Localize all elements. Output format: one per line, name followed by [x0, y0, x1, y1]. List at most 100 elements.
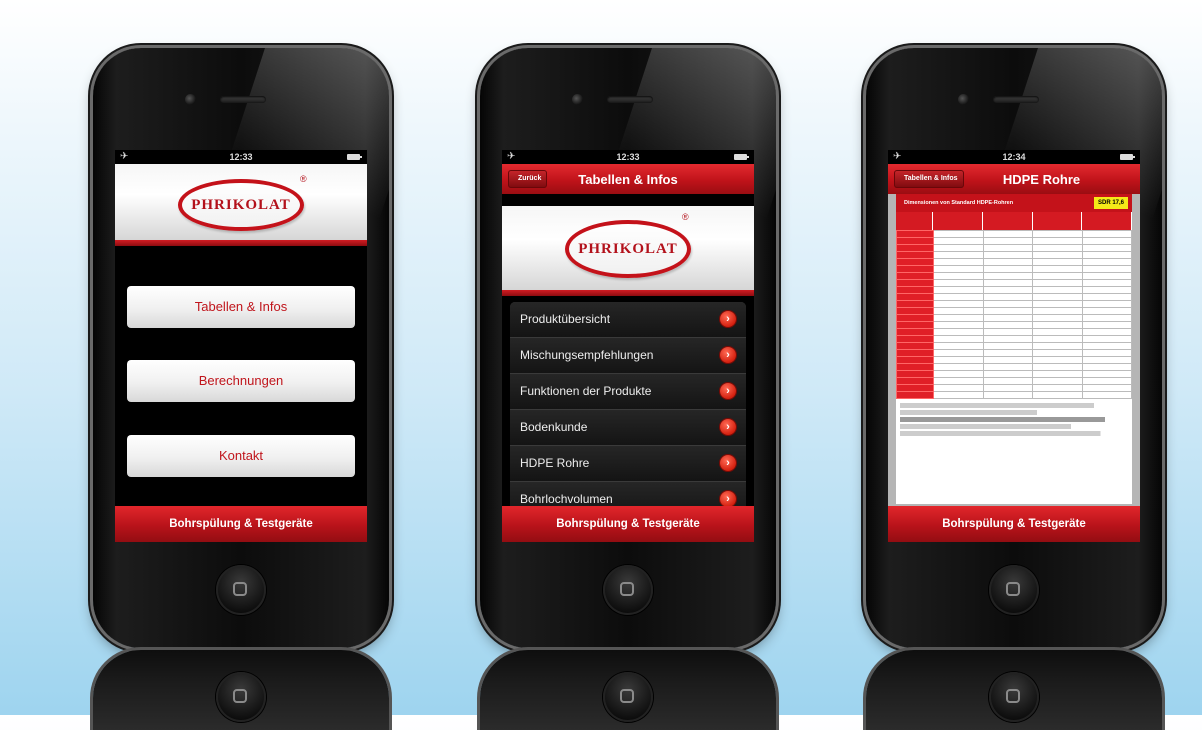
- table-row-header-cell: [896, 370, 934, 378]
- table-cell: [933, 265, 984, 273]
- table-cell: [1032, 286, 1083, 294]
- list-item-bohrlochvolumen[interactable]: Bohrlochvolumen ›: [510, 482, 746, 506]
- table-cell: [1081, 370, 1132, 378]
- home-button[interactable]: [216, 565, 266, 615]
- table-row-header-cell: [896, 314, 934, 322]
- table-cell: [982, 307, 1033, 315]
- table-cell: [933, 363, 984, 371]
- footer-bar[interactable]: Bohrspülung & Testgeräte: [502, 506, 754, 542]
- table-cell: [1081, 363, 1132, 371]
- list-item-label: Bohrlochvolumen: [520, 492, 613, 506]
- table-cell: [933, 328, 984, 336]
- table-cell: [1032, 293, 1083, 301]
- table-cell: [933, 377, 984, 385]
- logo-header: PHRIKOLAT ®: [502, 206, 754, 290]
- table-cell: [1032, 258, 1083, 266]
- table-cell: [933, 349, 984, 357]
- table-footnote: [896, 399, 1132, 440]
- table-row-header-cell: [896, 286, 934, 294]
- footnote-line: [900, 424, 1128, 429]
- app-screen: ✈ 12:33 Zurück Tabellen & Infos PHRIKOLA…: [502, 150, 754, 542]
- app-screen: ✈ 12:33 PHRIKOLAT ® Tabellen & Infos Ber…: [115, 150, 367, 542]
- list-item-funktionen[interactable]: Funktionen der Produkte ›: [510, 374, 746, 410]
- phone-reflection: [480, 650, 776, 730]
- earpiece-speaker: [993, 96, 1039, 103]
- table-row-header-cell: [896, 321, 934, 329]
- table-row: [896, 237, 1132, 245]
- table-row: [896, 258, 1132, 266]
- nav-bar: Tabellen & Infos HDPE Rohre: [888, 164, 1140, 194]
- earpiece-speaker: [220, 96, 266, 103]
- footer-bar[interactable]: Bohrspülung & Testgeräte: [888, 506, 1140, 542]
- table-cell: [1081, 265, 1132, 273]
- table-cell: [1032, 244, 1083, 252]
- table-header-cell: [1032, 212, 1083, 230]
- table-cell: [1081, 356, 1132, 364]
- list-item-hdpe-rohre[interactable]: HDPE Rohre ›: [510, 446, 746, 482]
- table-cell: [1081, 300, 1132, 308]
- chevron-right-icon: ›: [720, 419, 736, 435]
- table-cell: [1032, 272, 1083, 280]
- kontakt-button[interactable]: Kontakt: [127, 435, 355, 477]
- table-row: [896, 363, 1132, 371]
- footnote-line: [900, 417, 1128, 422]
- list-item-label: Bodenkunde: [520, 420, 588, 434]
- app-screen: ✈ 12:34 Tabellen & Infos HDPE Rohre Dime…: [888, 150, 1140, 542]
- table-cell: [1032, 307, 1083, 315]
- home-button[interactable]: [989, 565, 1039, 615]
- phone-hdpe-screen: ✈ 12:34 Tabellen & Infos HDPE Rohre Dime…: [866, 48, 1162, 648]
- chevron-right-icon: ›: [720, 455, 736, 471]
- table-cell: [933, 314, 984, 322]
- table-cell: [1081, 244, 1132, 252]
- hdpe-data-table: [896, 230, 1132, 399]
- list-item-bodenkunde[interactable]: Bodenkunde ›: [510, 410, 746, 446]
- home-button[interactable]: [603, 565, 653, 615]
- tabellen-infos-button[interactable]: Tabellen & Infos: [127, 286, 355, 328]
- table-cell: [933, 321, 984, 329]
- table-cell: [1032, 230, 1083, 238]
- table-cell: [933, 244, 984, 252]
- nav-bar: Zurück Tabellen & Infos: [502, 164, 754, 194]
- table-cell: [1081, 391, 1132, 399]
- table-row: [896, 244, 1132, 252]
- list-item-produktuebersicht[interactable]: Produktübersicht ›: [510, 302, 746, 338]
- table-cell: [1081, 384, 1132, 392]
- table-cell: [1081, 342, 1132, 350]
- table-row: [896, 377, 1132, 385]
- list-item-label: Mischungsempfehlungen: [520, 348, 654, 362]
- table-row: [896, 300, 1132, 308]
- table-row: [896, 328, 1132, 336]
- front-camera: [185, 94, 196, 105]
- berechnungen-button[interactable]: Berechnungen: [127, 360, 355, 402]
- table-row-header-cell: [896, 328, 934, 336]
- header-divider: [502, 290, 754, 296]
- table-cell: [1032, 384, 1083, 392]
- table-row-header-cell: [896, 293, 934, 301]
- table-row-header-cell: [896, 251, 934, 259]
- registered-mark: ®: [300, 174, 307, 184]
- table-cell: [1032, 356, 1083, 364]
- footnote-line: [900, 431, 1128, 436]
- list-item-label: Funktionen der Produkte: [520, 384, 652, 398]
- list-item-mischungsempfehlungen[interactable]: Mischungsempfehlungen ›: [510, 338, 746, 374]
- table-cell: [1081, 272, 1132, 280]
- table-cell: [933, 335, 984, 343]
- table-cell: [933, 286, 984, 294]
- table-row: [896, 293, 1132, 301]
- table-cell: [1081, 258, 1132, 266]
- table-header-cell: [1082, 212, 1132, 230]
- footer-bar[interactable]: Bohrspülung & Testgeräte: [115, 506, 367, 542]
- table-cell: [982, 300, 1033, 308]
- table-cell: [982, 335, 1033, 343]
- table-cell: [933, 307, 984, 315]
- logo-header: PHRIKOLAT ®: [115, 164, 367, 240]
- table-row: [896, 230, 1132, 238]
- table-cell: [1081, 321, 1132, 329]
- front-camera: [958, 94, 969, 105]
- table-cell: [1032, 342, 1083, 350]
- chevron-right-icon: ›: [720, 347, 736, 363]
- table-row-header-cell: [896, 342, 934, 350]
- table-cell: [933, 342, 984, 350]
- table-row-header-cell: [896, 279, 934, 287]
- table-cell: [982, 230, 1033, 238]
